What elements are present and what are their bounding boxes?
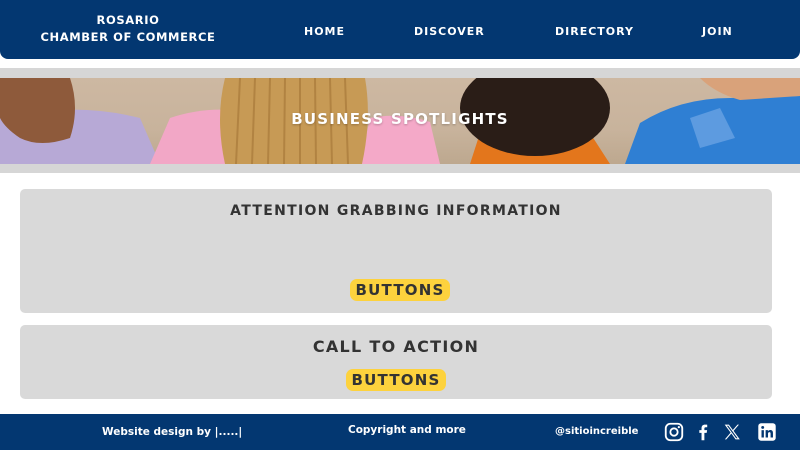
info-card-title: ATTENTION GRABBING INFORMATION bbox=[230, 203, 562, 219]
brand-line-1: ROSARIO bbox=[96, 13, 160, 27]
hero-title: BUSINESS SPOTLIGHTS bbox=[291, 110, 509, 128]
info-card: ATTENTION GRABBING INFORMATION BUTTONS bbox=[20, 189, 772, 313]
brand-line-2: CHAMBER OF COMMERCE bbox=[40, 30, 216, 44]
nav-directory[interactable]: DIRECTORY bbox=[555, 25, 634, 38]
site-footer: Website design by |.....| Copyright and … bbox=[0, 414, 800, 450]
site-header: ROSARIO CHAMBER OF COMMERCE HOME DISCOVE… bbox=[0, 0, 800, 59]
footer-credit: Website design by |.....| bbox=[102, 426, 243, 438]
cta-card-title: CALL TO ACTION bbox=[312, 337, 480, 356]
facebook-icon[interactable] bbox=[692, 421, 714, 443]
brand-logo[interactable]: ROSARIO CHAMBER OF COMMERCE bbox=[28, 12, 228, 46]
info-card-button[interactable]: BUTTONS bbox=[350, 279, 450, 301]
footer-handle[interactable]: @sitioincreible bbox=[555, 426, 638, 437]
x-icon[interactable] bbox=[721, 421, 743, 443]
nav-home[interactable]: HOME bbox=[304, 25, 345, 38]
instagram-icon[interactable] bbox=[663, 421, 685, 443]
cta-card: CALL TO ACTION BUTTONS bbox=[20, 325, 772, 399]
linkedin-icon[interactable] bbox=[756, 421, 778, 443]
nav-join[interactable]: JOIN bbox=[702, 25, 733, 38]
nav-discover[interactable]: DISCOVER bbox=[414, 25, 485, 38]
footer-copyright[interactable]: Copyright and more bbox=[348, 424, 466, 436]
cta-card-button[interactable]: BUTTONS bbox=[346, 369, 446, 391]
hero-banner: BUSINESS SPOTLIGHTS bbox=[0, 78, 800, 164]
